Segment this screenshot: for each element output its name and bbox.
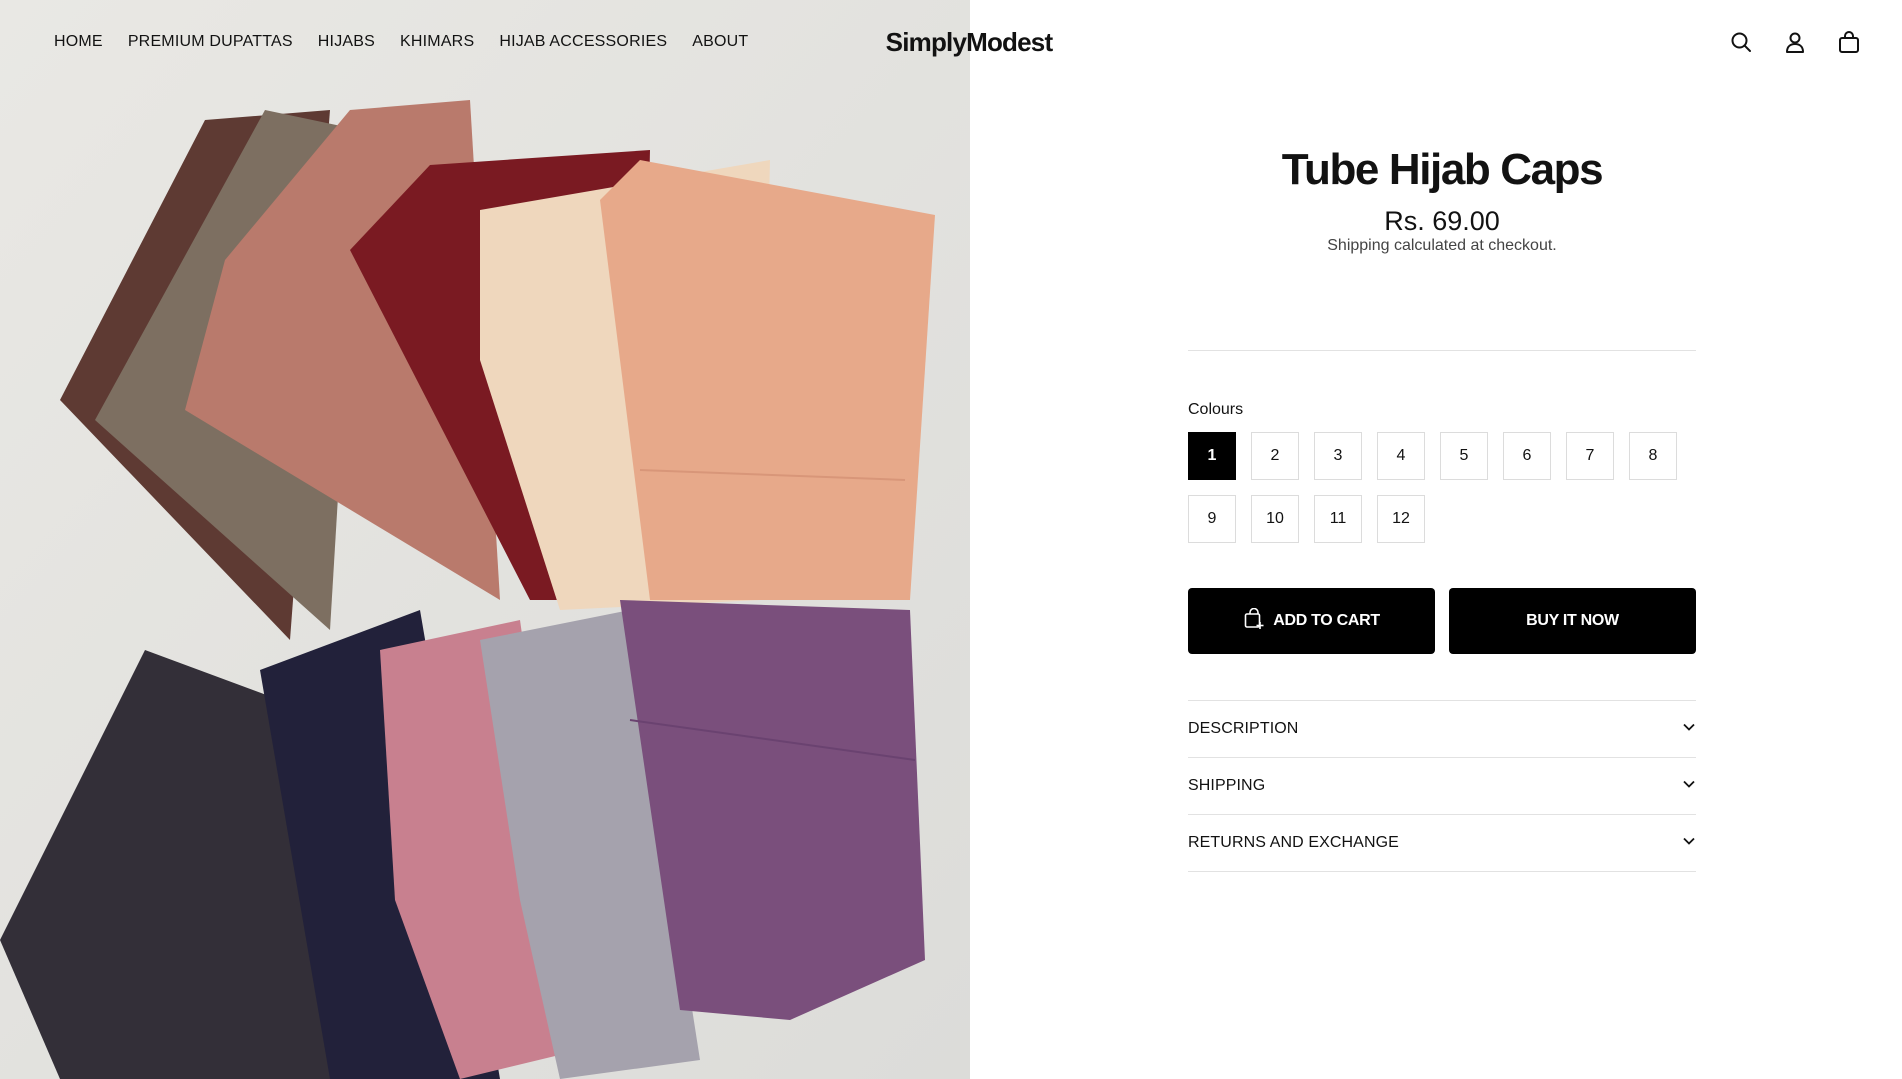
add-to-cart-button[interactable]: ADD TO CART xyxy=(1188,588,1435,654)
site-logo[interactable]: SimplyModest xyxy=(884,24,1054,60)
divider xyxy=(1188,350,1696,351)
colour-option-4[interactable]: 4 xyxy=(1377,432,1425,480)
account-icon[interactable] xyxy=(1782,29,1808,55)
accordion-shipping[interactable]: SHIPPING xyxy=(1188,758,1696,815)
buy-it-now-button[interactable]: BUY IT NOW xyxy=(1449,588,1696,654)
product-image[interactable] xyxy=(0,0,970,1079)
colour-option-1[interactable]: 1 xyxy=(1188,432,1236,480)
buy-it-now-label: BUY IT NOW xyxy=(1526,612,1619,629)
accordion-description-label: DESCRIPTION xyxy=(1188,720,1299,737)
nav-hijab-accessories[interactable]: HIJAB ACCESSORIES xyxy=(499,33,667,51)
colour-option-8[interactable]: 8 xyxy=(1629,432,1677,480)
add-to-cart-icon xyxy=(1243,607,1265,635)
nav-khimars[interactable]: KHIMARS xyxy=(400,33,474,51)
colour-option-2[interactable]: 2 xyxy=(1251,432,1299,480)
colour-option-11[interactable]: 11 xyxy=(1314,495,1362,543)
colour-option-12[interactable]: 12 xyxy=(1377,495,1425,543)
product-photo xyxy=(0,0,970,1079)
cart-icon[interactable] xyxy=(1836,29,1862,55)
accordion-description[interactable]: DESCRIPTION xyxy=(1188,701,1696,758)
add-to-cart-label: ADD TO CART xyxy=(1273,612,1380,629)
header-icons xyxy=(1728,24,1862,60)
shipping-note: Shipping calculated at checkout. xyxy=(1327,237,1557,254)
colour-option-9[interactable]: 9 xyxy=(1188,495,1236,543)
colour-option-5[interactable]: 5 xyxy=(1440,432,1488,480)
colour-option-10[interactable]: 10 xyxy=(1251,495,1299,543)
product-price: Rs. 69.00 xyxy=(1384,206,1500,236)
nav-premium-dupattas[interactable]: PREMIUM DUPATTAS xyxy=(128,33,293,51)
chevron-down-icon xyxy=(1682,834,1696,853)
nav-about[interactable]: ABOUT xyxy=(692,33,748,51)
colour-option-label: Colours xyxy=(1188,401,1244,418)
nav-hijabs[interactable]: HIJABS xyxy=(318,33,375,51)
colour-option-6[interactable]: 6 xyxy=(1503,432,1551,480)
product-info: Tube Hijab Caps Rs. 69.00 Shipping calcu… xyxy=(1188,0,1696,1079)
colour-options: 1 2 3 4 5 6 7 8 9 10 11 12 xyxy=(1188,432,1696,543)
colour-option-3[interactable]: 3 xyxy=(1314,432,1362,480)
search-icon[interactable] xyxy=(1728,29,1754,55)
colour-option-7[interactable]: 7 xyxy=(1566,432,1614,480)
accordion-shipping-label: SHIPPING xyxy=(1188,777,1266,794)
nav-home[interactable]: HOME xyxy=(54,33,103,51)
accordion-returns[interactable]: RETURNS AND EXCHANGE xyxy=(1188,815,1696,872)
accordion-returns-label: RETURNS AND EXCHANGE xyxy=(1188,834,1399,851)
chevron-down-icon xyxy=(1682,777,1696,796)
product-title: Tube Hijab Caps xyxy=(1281,145,1604,194)
chevron-down-icon xyxy=(1682,720,1696,739)
main-nav: HOME PREMIUM DUPATTAS HIJABS KHIMARS HIJ… xyxy=(54,0,773,84)
purchase-buttons: ADD TO CART BUY IT NOW xyxy=(1188,588,1696,654)
product-accordion: DESCRIPTION SHIPPING RETURNS AND EXCHANG… xyxy=(1188,700,1696,872)
